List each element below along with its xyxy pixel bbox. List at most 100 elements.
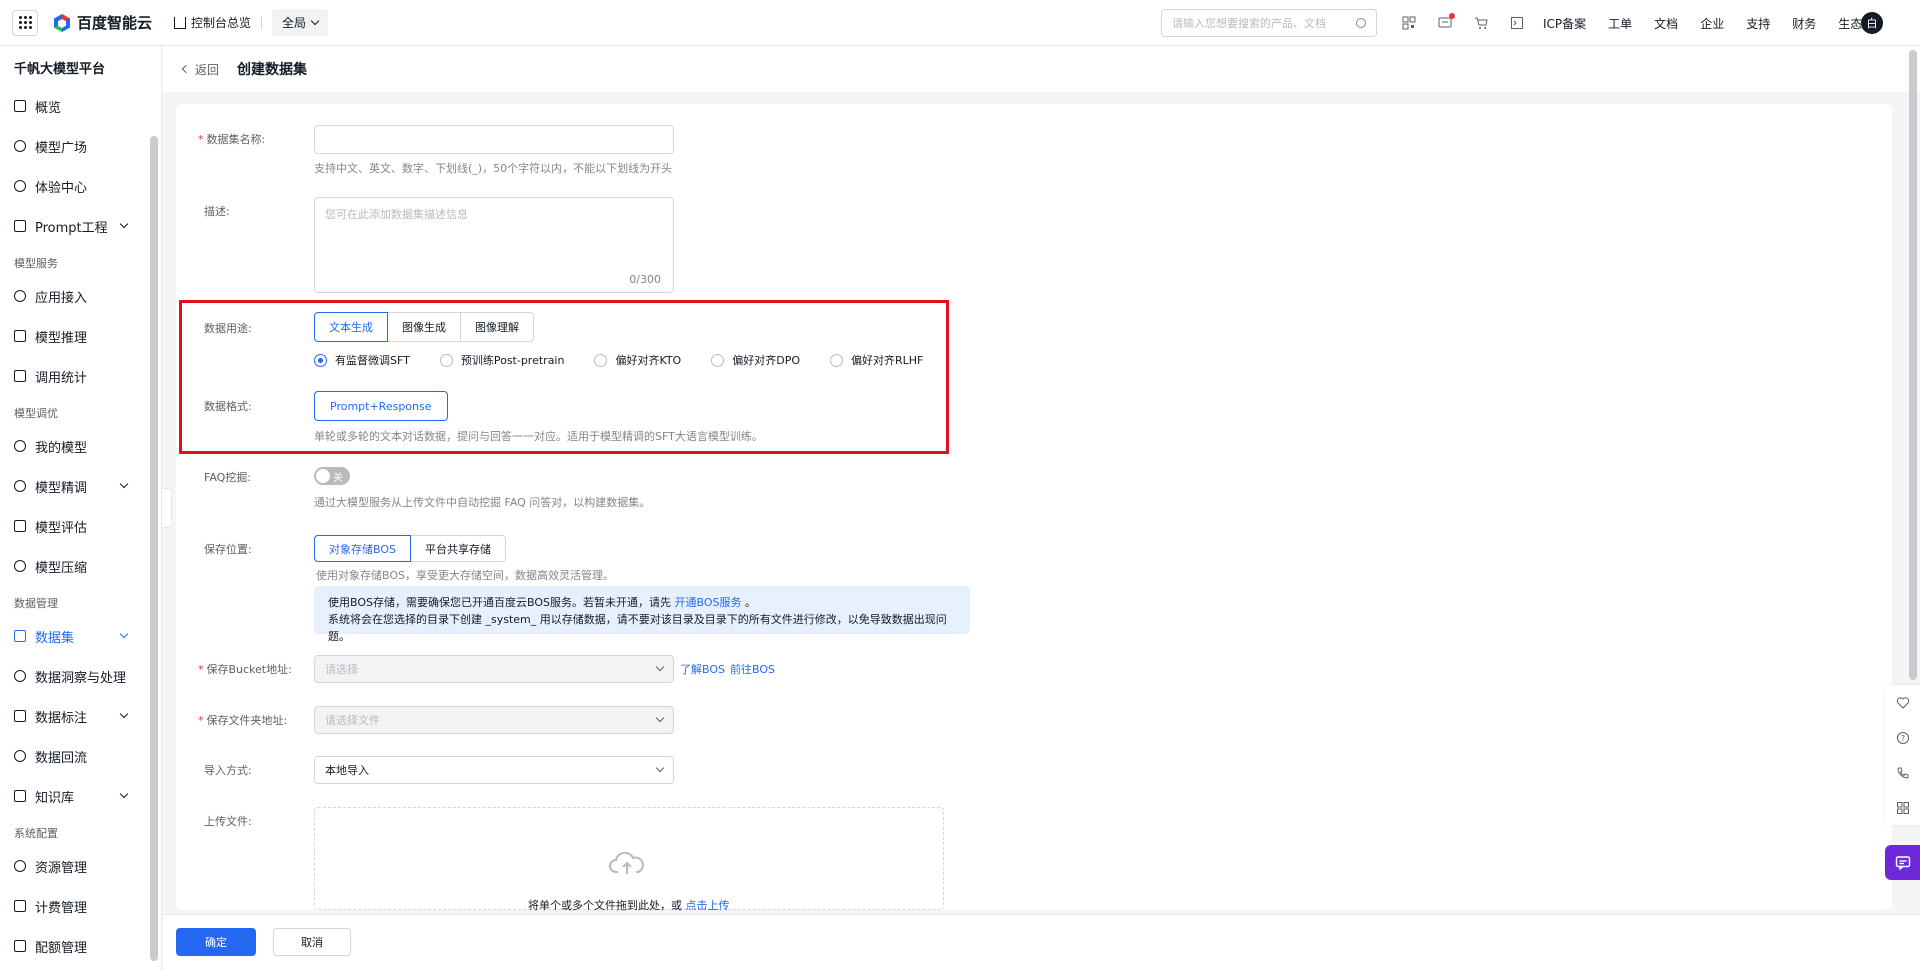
back-label: 返回 (195, 62, 220, 77)
sidebar-item-resource[interactable]: 资源管理 (0, 846, 161, 886)
region-label: 全局 (282, 16, 307, 30)
sidebar-item-label: Prompt工程 (35, 220, 108, 236)
click-upload-link[interactable]: 点击上传 (686, 899, 730, 912)
sidebar-item-fine-tune[interactable]: 模型精调 (0, 466, 161, 506)
page-scrollbar[interactable] (1909, 50, 1917, 680)
import-method-select[interactable]: 本地导入 (314, 756, 674, 784)
sidebar-item-label: 概览 (35, 100, 62, 116)
sidebar-item-label: 调用统计 (35, 370, 88, 386)
folder-select[interactable]: 请选择文件 (314, 706, 674, 734)
nav-link-docs[interactable]: 文档 (1654, 15, 1678, 32)
sidebar-item-label: 应用接入 (35, 290, 88, 306)
bos-notice-line1: 使用BOS存储，需要确保您已开通百度云BOS服务。若暂未开通，请先 开通BOS服… (328, 594, 956, 611)
folder-label-text: 保存文件夹地址: (206, 714, 288, 727)
search-icon[interactable] (1356, 18, 1366, 28)
tab-shared-storage[interactable]: 平台共享存储 (410, 535, 506, 562)
nav-divider (261, 15, 263, 30)
inference-icon (14, 330, 26, 342)
my-model-icon (14, 440, 26, 452)
dataset-name-input[interactable] (314, 125, 674, 154)
sidebar-item-model-square[interactable]: 模型广场 (0, 126, 161, 166)
nav-link-ecosystem[interactable]: 生态 (1838, 15, 1862, 32)
help-icon[interactable]: ? (1885, 720, 1920, 755)
sidebar-item-experience[interactable]: 体验中心 (0, 166, 161, 206)
apps-menu-button[interactable] (12, 9, 38, 36)
floating-toolbar: ? (1885, 685, 1920, 825)
sidebar-item-inference[interactable]: 模型推理 (0, 316, 161, 356)
back-link[interactable]: 返回 (181, 61, 220, 78)
sidebar-item-prompt[interactable]: Prompt工程 (0, 206, 161, 246)
chat-icon[interactable] (1885, 845, 1920, 880)
tab-bos-storage[interactable]: 对象存储BOS (314, 535, 411, 562)
import-label: 导入方式: (204, 764, 252, 777)
required-mark: * (198, 663, 204, 676)
brand-logo[interactable]: 百度智能云 (52, 12, 152, 33)
sidebar-item-overview[interactable]: 概览 (0, 86, 161, 126)
sidebar-collapse-handle[interactable] (162, 488, 172, 528)
page-title: 创建数据集 (237, 62, 308, 78)
sidebar-item-label: 体验中心 (35, 180, 88, 196)
evaluate-icon (14, 520, 26, 532)
user-avatar[interactable]: 白 (1861, 12, 1883, 34)
upload-dropzone[interactable]: 将单个或多个文件拖到此处，或 点击上传 (314, 807, 944, 913)
global-search-input[interactable]: 请输入您想要搜索的产品、文档 (1161, 9, 1377, 37)
heart-icon[interactable] (1885, 685, 1920, 720)
nav-link-ticket[interactable]: 工单 (1608, 15, 1632, 32)
bos-notice-text: 使用BOS存储，需要确保您已开通百度云BOS服务。若暂未开通，请先 (328, 596, 671, 609)
toggle-knob (316, 469, 330, 483)
billing-icon (14, 900, 26, 912)
sidebar-item-billing[interactable]: 计费管理 (0, 886, 161, 926)
sidebar-item-label: 数据回流 (35, 750, 88, 766)
sidebar-item-stats[interactable]: 调用统计 (0, 356, 161, 396)
highlight-box (179, 300, 949, 454)
description-char-count: 0/300 (629, 273, 661, 286)
sidebar-item-insight[interactable]: 数据洞察与处理 (0, 656, 161, 696)
sidebar-item-annotation[interactable]: 数据标注 (0, 696, 161, 736)
chevron-down-icon (119, 479, 129, 489)
nav-link-icp[interactable]: ICP备案 (1543, 15, 1586, 32)
sidebar-item-compress[interactable]: 模型压缩 (0, 546, 161, 586)
required-mark: * (198, 133, 204, 146)
sidebar-item-dataset[interactable]: 数据集 (0, 616, 161, 656)
cloud-shell-icon[interactable] (1506, 12, 1528, 34)
sidebar-item-my-model[interactable]: 我的模型 (0, 426, 161, 466)
chevron-down-icon (119, 789, 129, 799)
cancel-button[interactable]: 取消 (273, 928, 351, 956)
app-access-icon (14, 290, 26, 302)
nav-link-enterprise[interactable]: 企业 (1700, 15, 1724, 32)
sidebar-item-evaluate[interactable]: 模型评估 (0, 506, 161, 546)
console-home-link[interactable]: 控制台总览 (174, 14, 251, 31)
apps-icon[interactable] (1885, 790, 1920, 825)
confirm-button[interactable]: 确定 (176, 928, 256, 956)
chevron-down-icon (119, 709, 129, 719)
nav-link-support[interactable]: 支持 (1746, 15, 1770, 32)
open-bos-link[interactable]: 开通BOS服务 (675, 596, 742, 609)
learn-bos-link[interactable]: 了解BOS (680, 661, 725, 677)
storage-help: 使用对象存储BOS，享受更大存储空间，数据高效灵活管理。 (316, 569, 614, 582)
phone-icon[interactable] (1885, 755, 1920, 790)
description-textarea[interactable]: 您可在此添加数据集描述信息 0/300 (314, 197, 674, 293)
sidebar-item-app-access[interactable]: 应用接入 (0, 276, 161, 316)
grid-dots-icon (18, 16, 32, 29)
chevron-left-icon (181, 64, 191, 74)
quota-icon (14, 940, 26, 952)
sidebar-group-model-service: 模型服务 (14, 257, 58, 270)
upload-hint: 将单个或多个文件拖到此处，或 点击上传 (528, 897, 730, 913)
faq-toggle[interactable]: 关 (314, 467, 350, 485)
bucket-select[interactable]: 请选择 (314, 655, 674, 683)
qrcode-icon[interactable] (1398, 12, 1420, 34)
sidebar-item-quota[interactable]: 配额管理 (0, 926, 161, 966)
nav-link-finance[interactable]: 财务 (1792, 15, 1816, 32)
chevron-down-icon (655, 662, 665, 672)
cart-icon[interactable] (1470, 12, 1492, 34)
region-selector[interactable]: 全局 (272, 9, 329, 36)
goto-bos-link[interactable]: 前往BOS (730, 661, 775, 677)
sidebar-item-knowledge[interactable]: 知识库 (0, 776, 161, 816)
message-icon[interactable] (1434, 12, 1456, 34)
folder-label: * 保存文件夹地址: (198, 712, 287, 728)
resource-icon (14, 860, 26, 872)
tab-text-generation[interactable]: 文本生成 (314, 312, 388, 342)
sidebar-item-backflow[interactable]: 数据回流 (0, 736, 161, 776)
import-value: 本地导入 (325, 764, 369, 777)
sidebar-scrollbar[interactable] (150, 136, 158, 961)
